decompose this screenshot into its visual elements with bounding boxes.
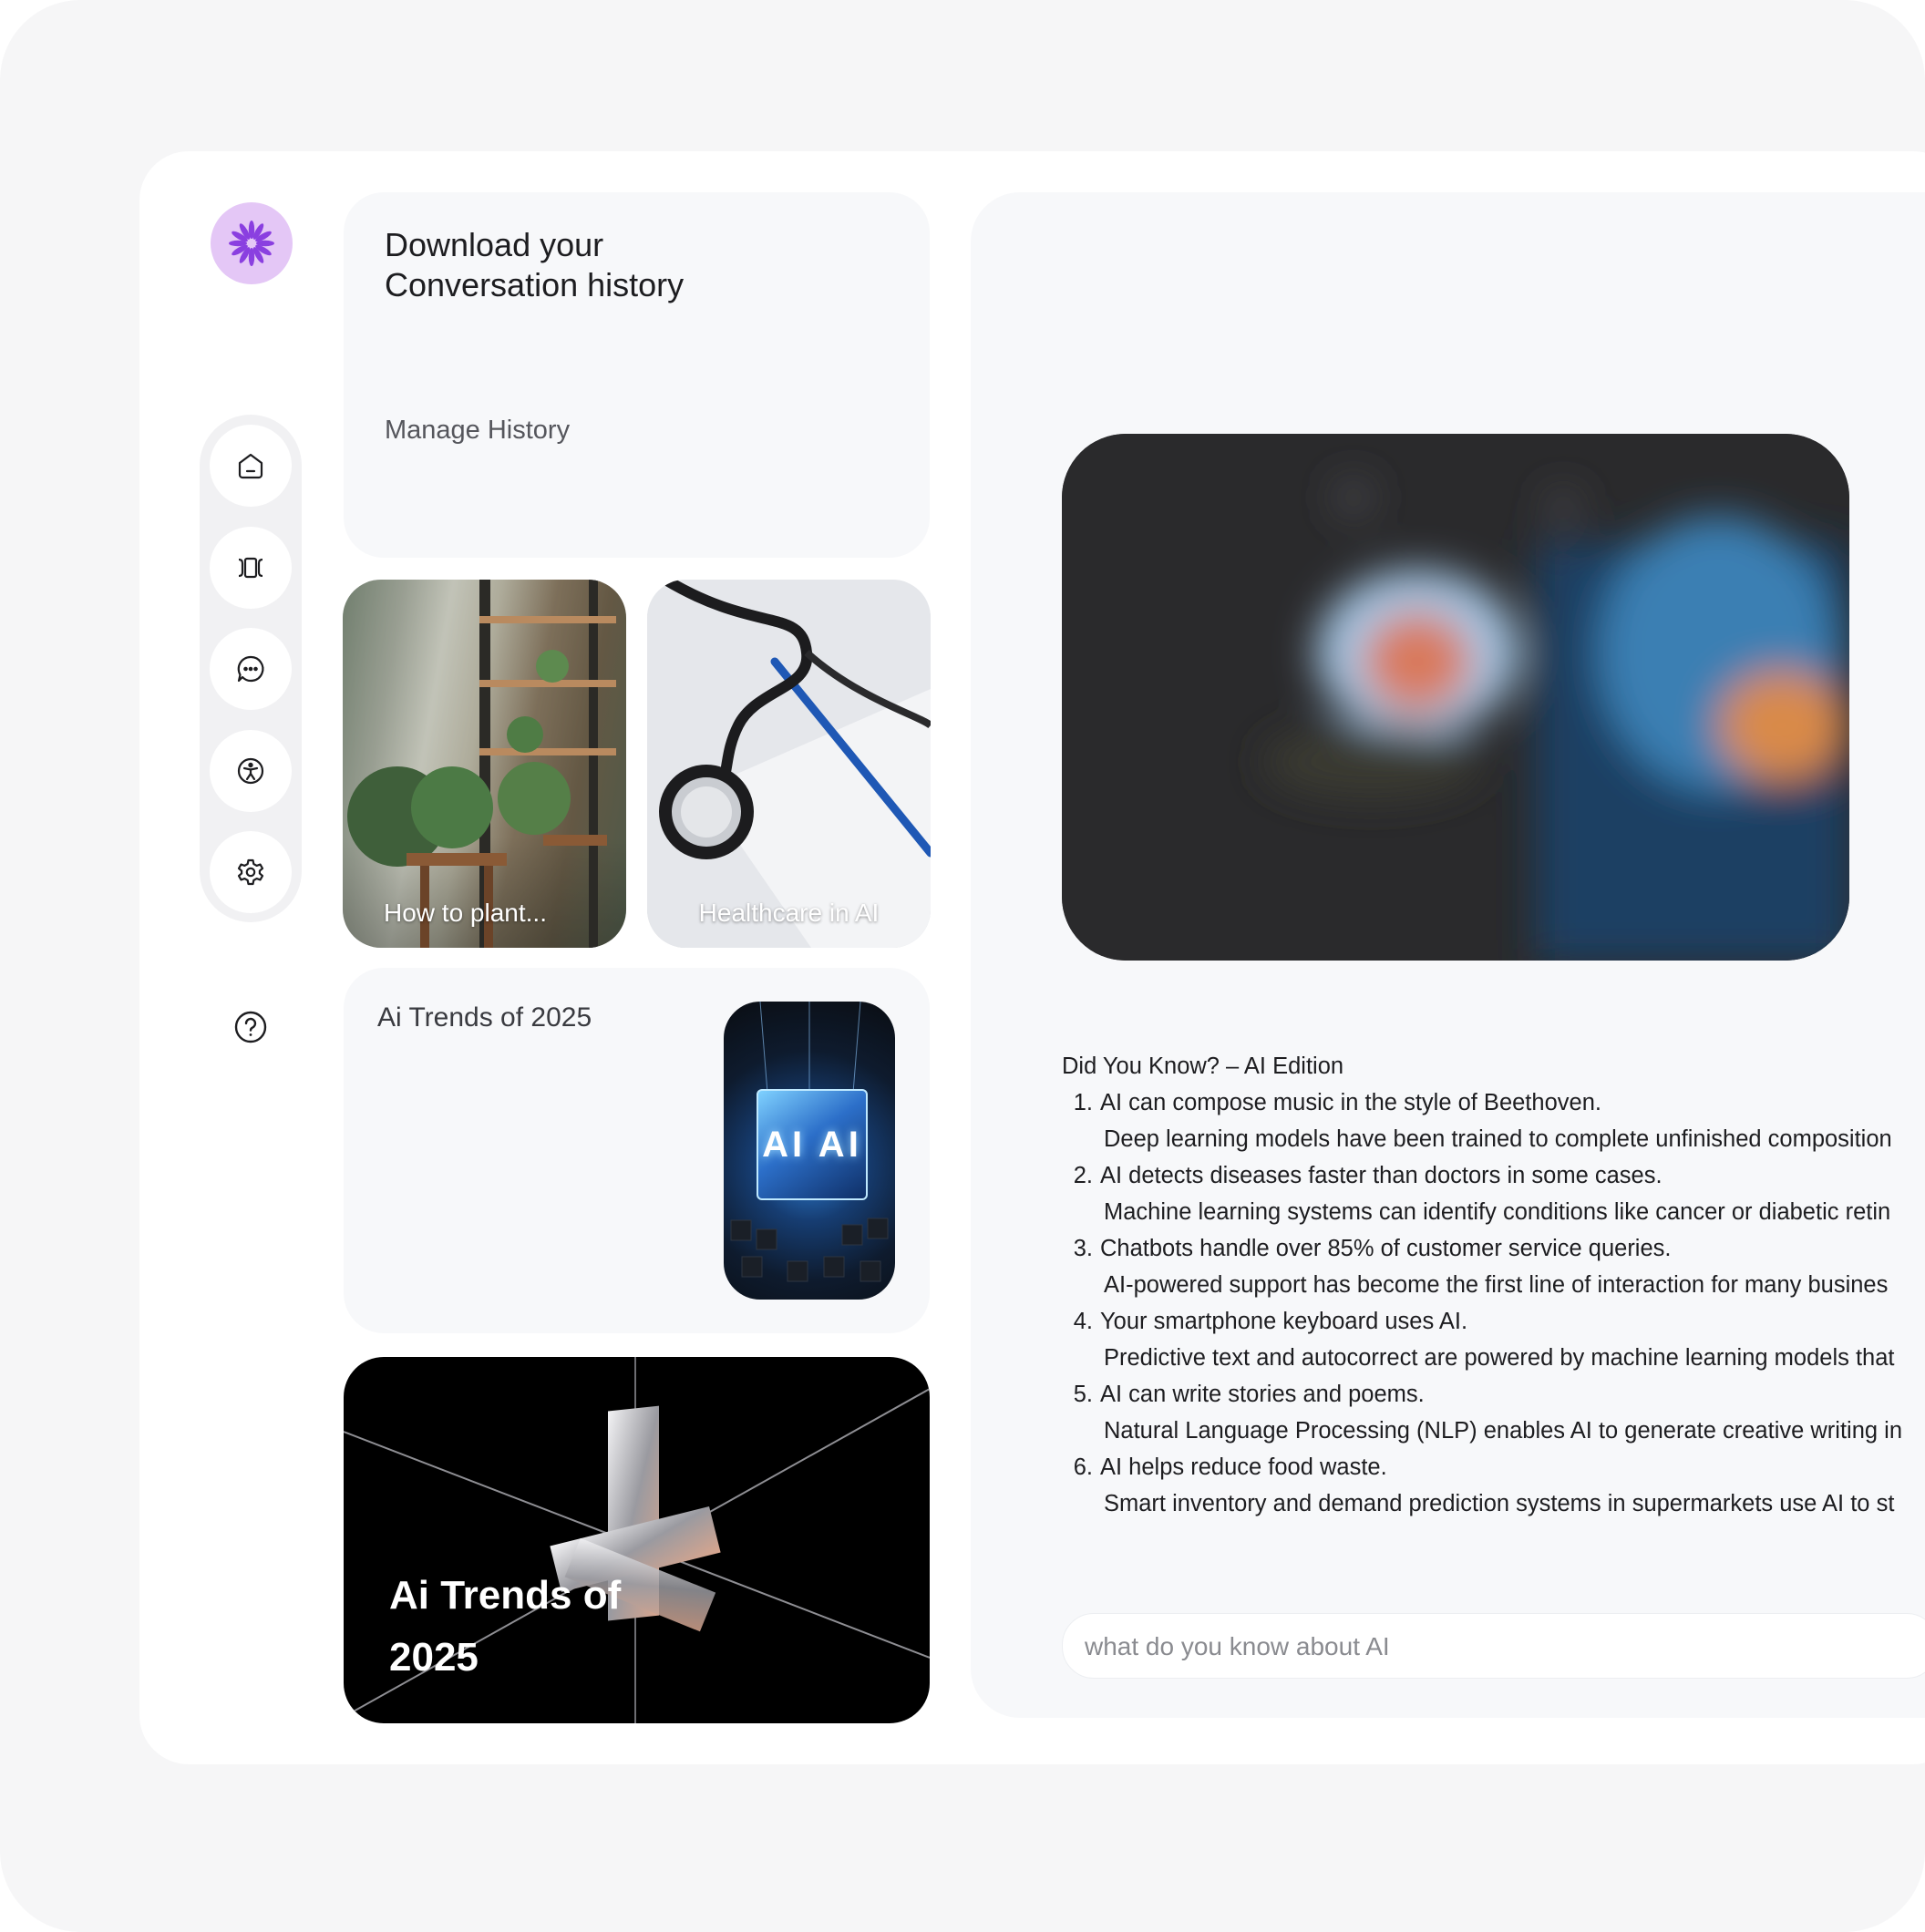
chat-input[interactable] xyxy=(1083,1614,1907,1680)
accessibility-icon xyxy=(237,757,264,785)
home-icon xyxy=(238,453,263,479)
ai-facts-list: Did You Know? – AI Edition 1. AI can comp… xyxy=(1062,1048,1925,1522)
ai-trends-promo-card[interactable]: Ai Trends of 2025 xyxy=(344,1357,930,1723)
fact-title: AI detects diseases faster than doctors … xyxy=(1100,1163,1662,1188)
stethoscope-photo xyxy=(647,580,931,948)
nav-accessibility-button[interactable] xyxy=(210,730,292,812)
nav-settings-button[interactable] xyxy=(210,831,292,913)
chat-input-bar xyxy=(1062,1613,1925,1680)
manage-history-link[interactable]: Manage History xyxy=(385,416,570,446)
fact-title: AI can write stories and poems. xyxy=(1100,1382,1425,1407)
plant-caption: How to plant... xyxy=(384,899,547,927)
ai-trends-card[interactable]: Ai Trends of 2025 AI AI xyxy=(344,968,930,1333)
plant-photo xyxy=(343,580,626,948)
fact-item: 6. AI helps reduce food waste. xyxy=(1073,1454,1387,1480)
blurred-ai-image xyxy=(1062,434,1849,961)
fact-title: AI helps reduce food waste. xyxy=(1100,1454,1387,1480)
app-logo[interactable] xyxy=(211,202,293,284)
ai-cube-image: AI AI xyxy=(724,1002,895,1300)
fact-detail: Natural Language Processing (NLP) enable… xyxy=(1104,1418,1903,1444)
fact-item: 1. AI can compose music in the style of B… xyxy=(1073,1090,1601,1115)
gear-icon xyxy=(237,858,264,886)
sidebar-nav xyxy=(200,415,302,922)
fact-item: 4. Your smartphone keyboard uses AI. xyxy=(1073,1309,1468,1334)
plant-card[interactable]: How to plant... xyxy=(343,580,626,948)
nav-chat-button[interactable] xyxy=(210,628,292,710)
hero-image xyxy=(1062,434,1849,961)
fact-item: 5. AI can write stories and poems. xyxy=(1073,1382,1425,1407)
history-title: Download your Conversation history xyxy=(385,226,685,303)
fact-detail: Smart inventory and demand prediction sy… xyxy=(1104,1491,1895,1516)
nav-home-button[interactable] xyxy=(210,425,292,507)
fact-item: 3. Chatbots handle over 85% of customer s… xyxy=(1073,1236,1672,1261)
nav-carousel-button[interactable] xyxy=(210,527,292,609)
chat-bubble-icon xyxy=(237,655,264,683)
fact-detail: Predictive text and autocorrect are powe… xyxy=(1104,1345,1895,1371)
fact-detail: Machine learning systems can identify co… xyxy=(1104,1199,1891,1225)
history-card: Download your Conversation history Manag… xyxy=(344,192,930,558)
healthcare-card[interactable]: Healthcare in AI xyxy=(647,580,931,948)
flower-logo-icon xyxy=(229,221,274,266)
healthcare-caption: Healthcare in AI xyxy=(698,899,880,927)
fact-detail: AI-powered support has become the first … xyxy=(1104,1272,1889,1298)
fact-title: Your smartphone keyboard uses AI. xyxy=(1100,1309,1468,1334)
fact-detail: Deep learning models have been trained t… xyxy=(1104,1126,1892,1152)
fact-title: Chatbots handle over 85% of customer ser… xyxy=(1100,1236,1672,1261)
fact-title: AI can compose music in the style of Bee… xyxy=(1100,1090,1601,1115)
question-mark-icon xyxy=(234,1011,267,1043)
help-button[interactable] xyxy=(219,995,283,1059)
promo-title: Ai Trends of 2025 xyxy=(389,1573,622,1680)
carousel-icon xyxy=(238,557,263,579)
app-frame: Download your Conversation history Manag… xyxy=(0,0,1925,1932)
facts-heading: Did You Know? – AI Edition xyxy=(1062,1053,1344,1079)
fact-item: 2. AI detects diseases faster than doctor… xyxy=(1073,1163,1662,1188)
ai-trends-title: Ai Trends of 2025 xyxy=(377,1002,592,1033)
ai-cube-label: AI AI xyxy=(757,1089,868,1200)
